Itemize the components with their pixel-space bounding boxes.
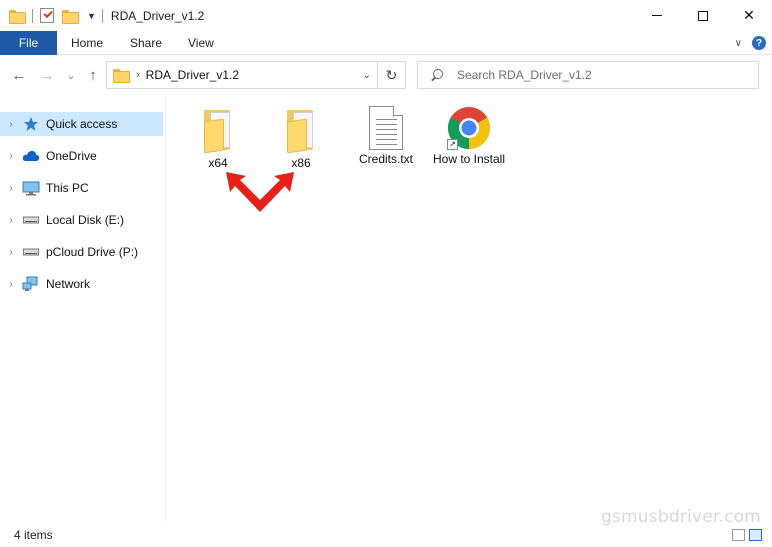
close-icon: ✕ bbox=[743, 7, 755, 23]
file-item-x64[interactable]: x64 bbox=[178, 106, 258, 171]
tab-view[interactable]: View bbox=[188, 31, 214, 55]
star-icon bbox=[22, 116, 40, 132]
search-box[interactable]: Search RDA_Driver_v1.2 bbox=[417, 61, 759, 89]
view-switcher bbox=[732, 529, 762, 541]
text-line bbox=[376, 134, 397, 135]
properties-icon[interactable] bbox=[40, 8, 54, 23]
search-input[interactable]: Search RDA_Driver_v1.2 bbox=[457, 68, 592, 82]
ribbon-tabs: File Home Share View ∨ ? bbox=[0, 31, 772, 55]
navigation-bar: ← → ⌄ ↑ › RDA_Driver_v1.2 ⌄ ↻ Search RDA… bbox=[0, 56, 772, 94]
network-icon bbox=[22, 276, 40, 292]
folder-icon bbox=[113, 69, 130, 83]
drive-icon bbox=[22, 244, 40, 260]
details-view-icon[interactable] bbox=[732, 529, 745, 541]
tab-file[interactable]: File bbox=[0, 31, 57, 55]
sidebar-item-this-pc[interactable]: › This PC bbox=[0, 176, 163, 200]
quick-access-toolbar: ▼ bbox=[0, 0, 102, 31]
expand-chevron-icon[interactable]: › bbox=[0, 279, 22, 290]
text-line bbox=[376, 144, 397, 145]
large-icons-view-icon[interactable] bbox=[749, 529, 762, 541]
cloud-icon bbox=[22, 148, 40, 164]
window-title: RDA_Driver_v1.2 bbox=[110, 8, 205, 23]
breadcrumb-separator[interactable]: › bbox=[136, 69, 140, 81]
folder-front bbox=[204, 118, 224, 154]
breadcrumb-current[interactable]: RDA_Driver_v1.2 bbox=[146, 68, 239, 82]
tab-home[interactable]: Home bbox=[71, 31, 103, 55]
sidebar-item-label: This PC bbox=[46, 181, 89, 195]
expand-ribbon-icon[interactable]: ∨ bbox=[735, 38, 742, 49]
back-button[interactable]: ← bbox=[10, 65, 28, 85]
expand-chevron-icon[interactable]: › bbox=[0, 247, 22, 258]
sidebar-item-network[interactable]: › Network bbox=[0, 272, 163, 296]
folder-front bbox=[287, 118, 307, 154]
drive-icon bbox=[22, 212, 40, 228]
shortcut-arrow-icon: ↗ bbox=[447, 139, 458, 150]
window-controls: ✕ bbox=[634, 0, 772, 31]
sidebar-item-label: Network bbox=[46, 277, 91, 291]
watermark: gsmusbdriver.com bbox=[601, 507, 761, 527]
file-item-credits-txt[interactable]: Credits.txt bbox=[346, 106, 426, 167]
expand-chevron-icon[interactable]: › bbox=[0, 183, 22, 194]
recent-locations-button[interactable]: ⌄ bbox=[64, 65, 78, 85]
close-button[interactable]: ✕ bbox=[726, 0, 772, 31]
ribbon-controls: ∨ ? bbox=[735, 31, 766, 55]
file-item-how-to-install[interactable]: ↗ How to Install bbox=[429, 106, 509, 167]
sidebar-item-label: Quick access bbox=[46, 117, 118, 131]
search-icon bbox=[431, 69, 443, 81]
folder-icon bbox=[198, 106, 238, 154]
sidebar-item-quick-access[interactable]: › Quick access bbox=[0, 112, 163, 136]
expand-chevron-icon[interactable]: › bbox=[0, 215, 22, 226]
sidebar-item-local-disk-e[interactable]: › Local Disk (E:) bbox=[0, 208, 163, 232]
text-line bbox=[376, 119, 397, 120]
text-file-icon bbox=[369, 106, 403, 150]
chrome-icon: ↗ bbox=[447, 106, 491, 150]
expand-chevron-icon[interactable]: › bbox=[0, 151, 22, 162]
maximize-button[interactable] bbox=[680, 0, 726, 31]
folder-icon bbox=[281, 106, 321, 154]
forward-button[interactable]: → bbox=[38, 65, 56, 85]
toolbar-divider bbox=[32, 8, 33, 23]
text-line bbox=[376, 139, 397, 140]
text-line bbox=[376, 124, 397, 125]
minimize-icon bbox=[652, 15, 662, 16]
expand-chevron-icon[interactable]: › bbox=[0, 119, 22, 130]
up-button[interactable]: ↑ bbox=[84, 65, 102, 85]
address-bar[interactable]: › RDA_Driver_v1.2 ⌄ ↻ bbox=[106, 61, 406, 89]
minimize-button[interactable] bbox=[634, 0, 680, 31]
file-item-x86[interactable]: x86 bbox=[261, 106, 341, 171]
tab-share[interactable]: Share bbox=[130, 31, 162, 55]
navigation-pane: › Quick access › OneDrive › This PC › Lo… bbox=[0, 96, 166, 522]
address-dropdown-icon[interactable]: ⌄ bbox=[363, 62, 371, 88]
customize-toolbar-icon[interactable]: ▼ bbox=[87, 11, 96, 21]
file-list: x64 x86 Credits.txt ↗ How to Install bbox=[167, 96, 772, 522]
maximize-icon bbox=[698, 10, 708, 21]
folder-icon[interactable] bbox=[9, 9, 26, 24]
file-name: Credits.txt bbox=[358, 152, 413, 166]
sidebar-item-label: OneDrive bbox=[46, 149, 97, 163]
file-name: How to Install bbox=[432, 152, 506, 166]
refresh-button[interactable]: ↻ bbox=[377, 62, 405, 88]
sidebar-item-pcloud-drive-p[interactable]: › pCloud Drive (P:) bbox=[0, 240, 163, 264]
sidebar-item-label: Local Disk (E:) bbox=[46, 213, 125, 227]
double-arrow-annotation bbox=[226, 172, 294, 212]
sidebar-item-label: pCloud Drive (P:) bbox=[46, 245, 139, 259]
monitor-icon bbox=[22, 180, 40, 196]
sidebar-item-onedrive[interactable]: › OneDrive bbox=[0, 144, 163, 168]
new-folder-icon[interactable] bbox=[62, 9, 79, 24]
title-bar: ▼ RDA_Driver_v1.2 ✕ bbox=[0, 0, 772, 31]
item-count: 4 items bbox=[14, 528, 53, 542]
help-icon[interactable]: ? bbox=[752, 36, 766, 50]
text-line bbox=[376, 129, 397, 130]
title-divider bbox=[101, 8, 103, 23]
